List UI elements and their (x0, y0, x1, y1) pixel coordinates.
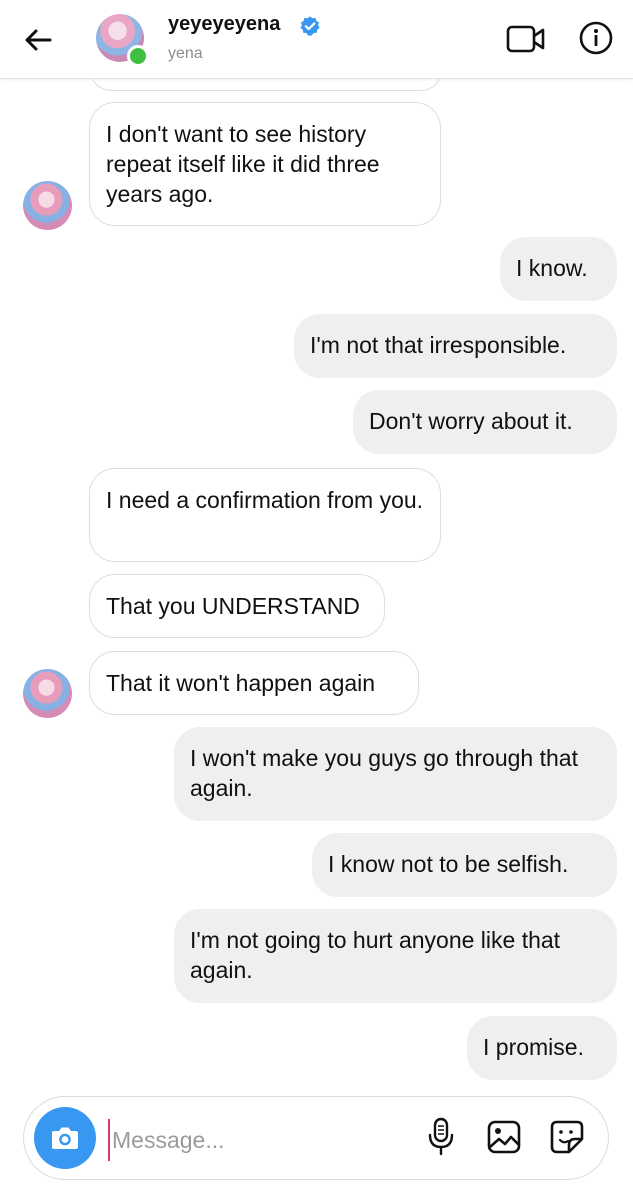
message-text: I don't want to see history repeat itsel… (106, 121, 380, 207)
message-text: Don't worry about it. (369, 408, 573, 434)
online-status-indicator (127, 45, 149, 67)
contact-handle: yena (168, 45, 203, 62)
sender-avatar[interactable] (23, 669, 72, 718)
message-thread[interactable]: I don't want to see history repeat itsel… (0, 79, 633, 1090)
camera-icon (52, 1127, 78, 1149)
message-text: I promise. (483, 1034, 584, 1060)
message-bubble-outgoing[interactable]: I won't make you guys go through that ag… (174, 727, 617, 821)
gallery-icon[interactable] (486, 1119, 522, 1155)
message-text: I know not to be selfish. (328, 851, 569, 877)
message-bubble-incoming[interactable]: I don't want to see history repeat itsel… (89, 102, 441, 226)
message-bubble-outgoing[interactable]: Don't worry about it. (353, 390, 617, 454)
sender-avatar[interactable] (23, 181, 72, 230)
info-icon[interactable] (578, 20, 614, 56)
video-call-icon[interactable] (505, 22, 547, 56)
back-arrow-icon[interactable] (20, 22, 56, 58)
message-text: I'm not going to hurt anyone like that a… (190, 927, 561, 983)
message-text: I need a confirmation from you. (106, 487, 424, 513)
message-text: That you UNDERSTAND (106, 593, 360, 619)
message-text: I know. (516, 255, 588, 281)
message-text: I won't make you guys go through that ag… (190, 745, 578, 801)
message-bubble-outgoing[interactable]: I'm not going to hurt anyone like that a… (174, 909, 617, 1003)
message-bubble-incoming[interactable]: I need a confirmation from you. (89, 468, 441, 562)
message-bubble-outgoing[interactable]: I know not to be selfish. (312, 833, 617, 897)
message-bubble-outgoing[interactable]: I promise. (467, 1016, 617, 1080)
message-bubble-outgoing[interactable]: I'm not that irresponsible. (294, 314, 617, 378)
microphone-icon[interactable] (426, 1117, 456, 1157)
message-input[interactable] (108, 1119, 414, 1161)
message-bubble-incoming[interactable]: That you UNDERSTAND (89, 574, 385, 638)
contact-username[interactable]: yeyeyeyena (168, 13, 280, 36)
verified-badge-icon (300, 16, 320, 36)
message-bubble-incoming[interactable]: That it won't happen again (89, 651, 419, 715)
previous-message-bubble (90, 79, 442, 91)
camera-button[interactable] (34, 1107, 96, 1169)
message-composer (23, 1096, 609, 1180)
message-text: That it won't happen again (106, 670, 376, 696)
message-bubble-outgoing[interactable]: I know. (500, 237, 617, 301)
sticker-icon[interactable] (549, 1119, 585, 1155)
message-text: I'm not that irresponsible. (310, 332, 567, 358)
chat-header: yeyeyeyena yena (0, 0, 633, 79)
